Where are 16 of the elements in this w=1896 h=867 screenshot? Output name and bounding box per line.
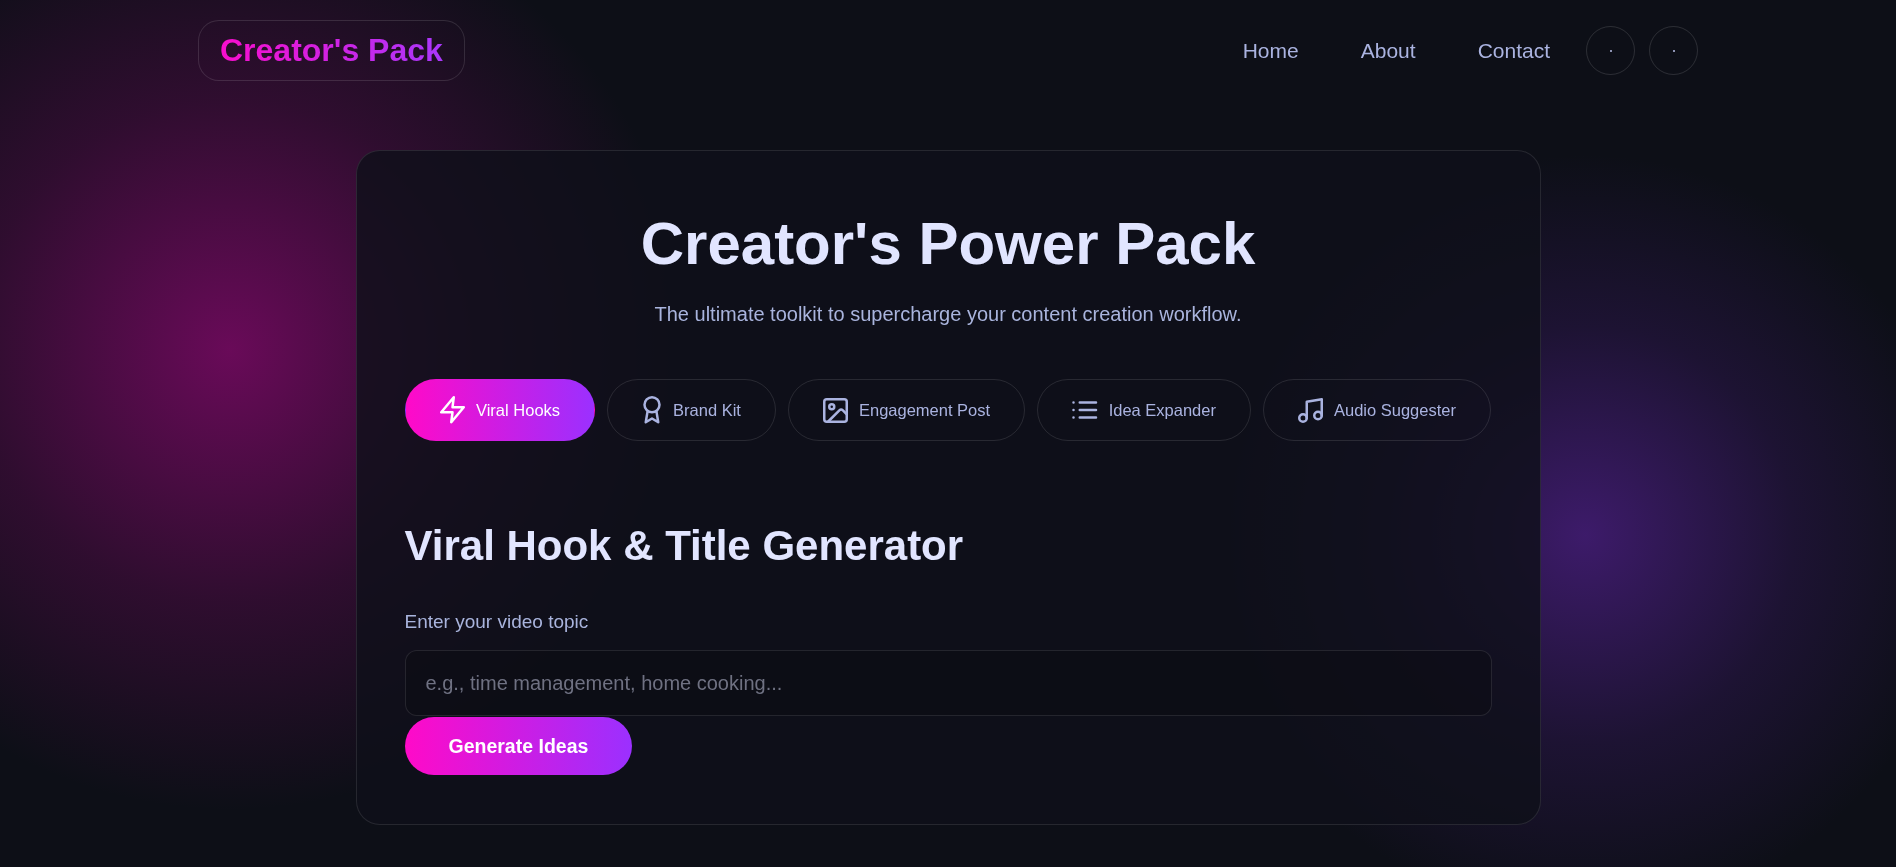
music-note-icon [1297,397,1323,423]
generate-button[interactable]: Generate Ideas [404,717,633,775]
section-heading: Viral Hook & Title Generator [404,521,965,571]
nav-link[interactable]: Contact [1477,38,1550,63]
nav-link[interactable]: About [1360,38,1416,63]
nav-link[interactable]: Home [1242,38,1299,63]
input-field[interactable]: e.g., time management, home cooking... [404,650,1492,716]
page-title: Creator's Power Pack [639,209,1257,279]
list-icon [1072,401,1098,419]
lightning-icon [440,396,465,424]
field-label: Enter your video topic [404,610,590,634]
image-icon [822,397,848,423]
ribbon-icon [642,396,663,424]
page-subtitle: The ultimate toolkit to supercharge your content creation workflow. [653,302,1243,327]
logo-link[interactable]: Creator's Pack [198,20,465,81]
tab[interactable]: Viral Hooks [405,379,596,441]
